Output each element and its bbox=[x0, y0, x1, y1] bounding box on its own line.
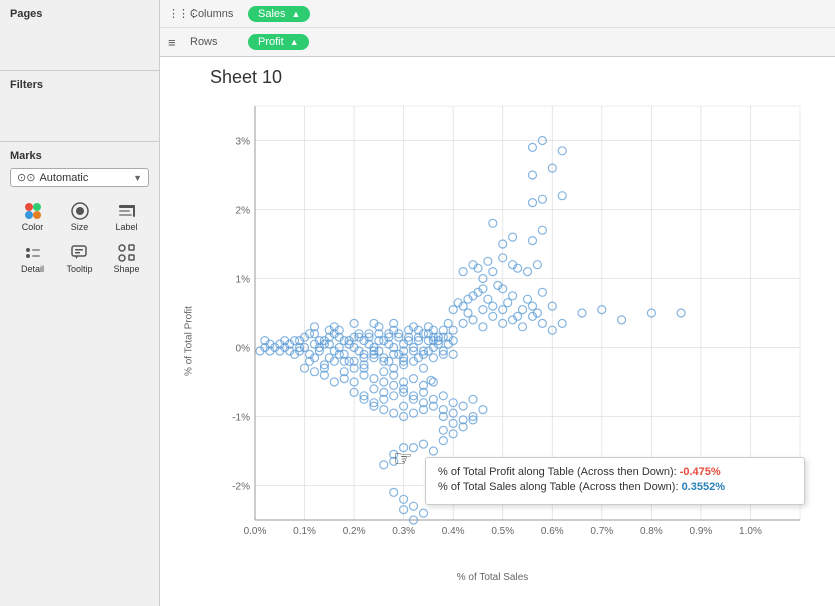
marks-buttons-grid: Color Size bbox=[10, 195, 149, 277]
columns-shelf: ⋮⋮⋮ Columns Sales ▲ bbox=[160, 0, 835, 28]
x-axis-label: % of Total Sales bbox=[457, 572, 529, 583]
detail-button[interactable]: Detail bbox=[10, 237, 55, 277]
columns-pill-text: Sales bbox=[258, 8, 286, 20]
pages-label: Pages bbox=[10, 8, 149, 20]
svg-text:0.7%: 0.7% bbox=[590, 526, 613, 537]
color-label: Color bbox=[22, 222, 44, 232]
svg-text:0.1%: 0.1% bbox=[293, 526, 316, 537]
filters-content bbox=[10, 95, 149, 135]
chart-svg: 3% 2% 1% 0% -1% -2% 0.0% 0.1% 0.2% 0.3% 0.4% 0.5% 0.… bbox=[210, 96, 815, 555]
label-button[interactable]: Label bbox=[104, 195, 149, 235]
svg-text:3%: 3% bbox=[236, 137, 251, 148]
svg-text:0.6%: 0.6% bbox=[541, 526, 564, 537]
marks-dropdown-icon: ⊙⊙ bbox=[17, 171, 35, 184]
rows-pill[interactable]: Profit ▲ bbox=[248, 34, 309, 50]
columns-icon: ⋮⋮⋮ bbox=[168, 7, 184, 20]
marks-dropdown-arrow: ▼ bbox=[133, 173, 142, 183]
pages-content bbox=[10, 24, 149, 64]
detail-icon bbox=[18, 242, 48, 264]
size-button[interactable]: Size bbox=[57, 195, 102, 235]
svg-text:0.2%: 0.2% bbox=[343, 526, 366, 537]
color-icon bbox=[18, 200, 48, 222]
detail-label: Detail bbox=[21, 264, 44, 274]
svg-text:0.4%: 0.4% bbox=[442, 526, 465, 537]
shape-icon bbox=[112, 242, 142, 264]
marks-dropdown[interactable]: ⊙⊙ Automatic ▼ bbox=[10, 168, 149, 187]
columns-shelf-label: Columns bbox=[190, 8, 240, 20]
svg-text:2%: 2% bbox=[236, 206, 251, 217]
filters-section: Filters bbox=[0, 71, 159, 142]
marks-label: Marks bbox=[10, 150, 149, 162]
label-icon bbox=[112, 200, 142, 222]
label-label: Label bbox=[115, 222, 137, 232]
size-icon bbox=[65, 200, 95, 222]
color-button[interactable]: Color bbox=[10, 195, 55, 235]
y-axis-label: % of Total Profit bbox=[184, 291, 195, 391]
marks-type-label: Automatic bbox=[39, 172, 133, 184]
rows-pill-text: Profit bbox=[258, 36, 284, 48]
rows-shelf: ≡ Rows Profit ▲ bbox=[160, 28, 835, 56]
rows-pill-triangle: ▲ bbox=[290, 37, 299, 47]
chart-title: Sheet 10 bbox=[210, 67, 825, 88]
tooltip-button[interactable]: Tooltip bbox=[57, 237, 102, 277]
size-label: Size bbox=[71, 222, 89, 232]
svg-text:-1%: -1% bbox=[232, 413, 250, 424]
tooltip-icon bbox=[65, 242, 95, 264]
tooltip-label: Tooltip bbox=[66, 264, 92, 274]
svg-text:0.9%: 0.9% bbox=[690, 526, 713, 537]
svg-text:1%: 1% bbox=[236, 275, 251, 286]
rows-icon: ≡ bbox=[168, 35, 184, 50]
svg-text:0.0%: 0.0% bbox=[244, 526, 267, 537]
marks-section: Marks ⊙⊙ Automatic ▼ Color bbox=[0, 142, 159, 606]
svg-text:1.0%: 1.0% bbox=[739, 526, 762, 537]
shape-label: Shape bbox=[113, 264, 139, 274]
columns-pill-triangle: ▲ bbox=[292, 9, 301, 19]
svg-text:0%: 0% bbox=[236, 344, 251, 355]
filters-label: Filters bbox=[10, 79, 149, 91]
shape-button[interactable]: Shape bbox=[104, 237, 149, 277]
chart-container: Sheet 10 % of Total Profit 3% 2% 1% 0% -1% -2… bbox=[160, 57, 835, 606]
svg-text:-2%: -2% bbox=[232, 482, 250, 493]
svg-text:0.8%: 0.8% bbox=[640, 526, 663, 537]
pages-section: Pages bbox=[0, 0, 159, 71]
svg-text:0.3%: 0.3% bbox=[392, 526, 415, 537]
rows-shelf-label: Rows bbox=[190, 36, 240, 48]
svg-text:0.5%: 0.5% bbox=[491, 526, 514, 537]
shelf-area: ⋮⋮⋮ Columns Sales ▲ ≡ Rows Profit ▲ bbox=[160, 0, 835, 57]
columns-pill[interactable]: Sales ▲ bbox=[248, 6, 310, 22]
left-panel: Pages Filters Marks ⊙⊙ Automatic ▼ bbox=[0, 0, 160, 606]
chart-inner: % of Total Profit 3% 2% 1% 0% -1% -2% 0.0% 0.1%… bbox=[170, 96, 825, 585]
main-area: ⋮⋮⋮ Columns Sales ▲ ≡ Rows Profit ▲ Shee… bbox=[160, 0, 835, 606]
